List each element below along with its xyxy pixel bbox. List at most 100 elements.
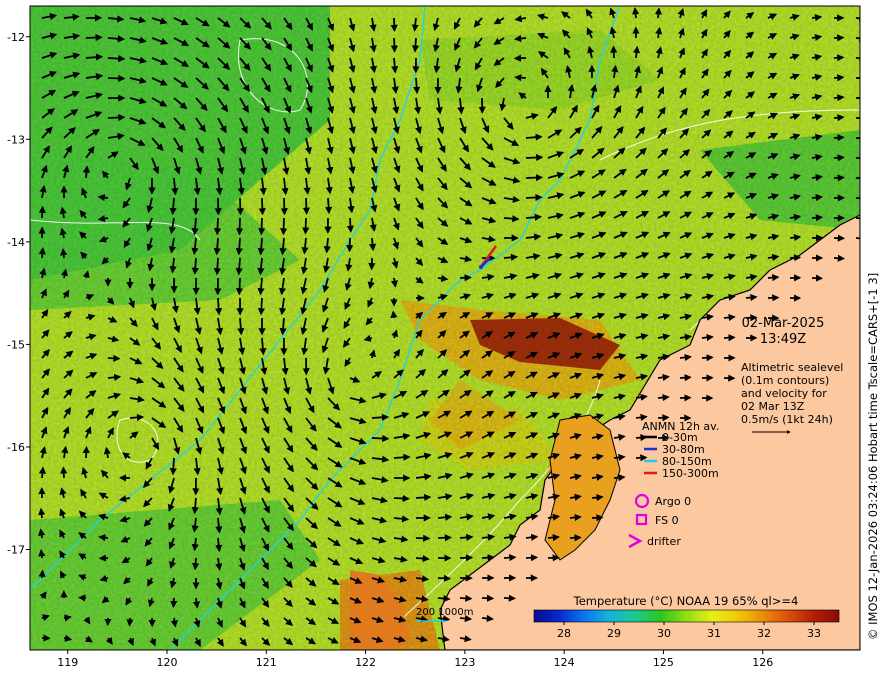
velocity-arrow [503, 215, 520, 223]
velocity-arrow [38, 247, 46, 259]
velocity-arrow [82, 165, 91, 179]
altimetry-line-1: Altimetric sealevel [741, 361, 843, 374]
date-label: 02-Mar-2025 [742, 316, 825, 331]
lon-axis: 119 120 121 122 123 124 125 126 [57, 650, 773, 669]
fs-label: FS 0 [655, 514, 679, 527]
velocity-arrow [657, 393, 670, 402]
isobath-legend-label: 200 1000m [416, 607, 473, 618]
velocity-arrow [237, 317, 245, 336]
velocity-arrow [170, 597, 178, 609]
velocity-arrow [525, 213, 542, 221]
velocity-arrow [701, 333, 714, 342]
velocity-arrow [503, 253, 519, 261]
velocity-arrow [569, 513, 582, 522]
side-credit-text: © IMOS 12-Jan-2026 03:24:06 Hobart time … [866, 273, 880, 640]
velocity-arrow [459, 533, 474, 541]
altimetry-line-5: 0.5m/s (1kt 24h) [741, 413, 833, 426]
velocity-arrow [513, 34, 527, 43]
velocity-arrow [833, 154, 845, 162]
lon-tick-label: 124 [554, 656, 575, 669]
velocity-arrow [346, 217, 355, 233]
lat-tick-label: -15 [7, 338, 25, 351]
velocity-arrow [235, 277, 244, 296]
velocity-arrow [257, 297, 266, 316]
velocity-arrow [657, 414, 670, 422]
velocity-arrow [789, 254, 802, 262]
altimetry-line-3: and velocity for [741, 387, 827, 400]
velocity-arrow [213, 217, 222, 236]
velocity-arrow [107, 373, 122, 381]
velocity-arrow [855, 214, 860, 222]
velocity-arrow [514, 74, 527, 82]
velocity-arrow [635, 454, 648, 462]
velocity-arrow [437, 274, 449, 283]
lat-axis: -12 -13 -14 -15 -16 -17 [7, 31, 30, 557]
colorbar-tick-label: 33 [807, 627, 821, 640]
velocity-arrow [129, 413, 145, 422]
velocity-arrow [745, 293, 758, 302]
velocity-arrow [302, 217, 310, 235]
velocity-arrow [325, 197, 333, 215]
velocity-arrow [481, 554, 495, 562]
velocity-arrow [38, 548, 46, 559]
velocity-arrow [591, 514, 604, 522]
lon-tick-label: 119 [57, 656, 78, 669]
lon-tick-label: 122 [355, 656, 376, 669]
velocity-arrow [811, 194, 823, 202]
velocity-arrow [213, 257, 221, 276]
lon-tick-label: 121 [256, 656, 277, 669]
lon-tick-label: 123 [454, 656, 475, 669]
velocity-arrow [459, 594, 473, 602]
time-label: 13:49Z [760, 332, 806, 347]
velocity-arrow [701, 354, 714, 362]
velocity-arrow [38, 528, 46, 539]
velocity-arrow [415, 493, 432, 502]
velocity-arrow [235, 237, 243, 256]
velocity-arrow [767, 274, 780, 282]
velocity-arrow [107, 113, 126, 122]
velocity-arrow [811, 14, 823, 22]
velocity-arrow [811, 214, 824, 222]
velocity-arrow [723, 334, 736, 342]
side-credit: © IMOS 12-Jan-2026 03:24:06 Hobart time … [866, 273, 880, 640]
velocity-arrow [107, 354, 121, 362]
colorbar-tick-label: 29 [607, 627, 621, 640]
velocity-arrow [437, 513, 453, 521]
velocity-arrow [525, 173, 544, 182]
colorbar-tick-label: 28 [557, 627, 571, 640]
velocity-arrow [613, 453, 626, 462]
velocity-arrow [591, 493, 604, 502]
velocity-arrow [98, 534, 109, 542]
colorbar-title: Temperature (°C) NOAA 19 65% ql>=4 [573, 594, 799, 608]
velocity-arrow [390, 310, 398, 319]
velocity-arrow [459, 274, 472, 282]
velocity-arrow [236, 217, 244, 236]
colorbar-tick-label: 30 [657, 627, 671, 640]
velocity-arrow [192, 597, 201, 609]
anmn-depth-label: 150-300m [662, 467, 719, 480]
colorbar-tick-label: 32 [757, 627, 771, 640]
lat-tick-label: -14 [7, 236, 25, 249]
velocity-arrow [833, 134, 845, 142]
lat-tick-label: -16 [7, 441, 25, 454]
velocity-arrow [280, 217, 288, 236]
velocity-arrow [679, 353, 692, 362]
velocity-arrow [525, 153, 544, 162]
velocity-arrow [107, 55, 126, 63]
velocity-arrow [302, 197, 310, 215]
velocity-arrow [192, 557, 200, 571]
velocity-arrow [60, 466, 68, 479]
velocity-arrow [679, 374, 692, 382]
lat-tick-label: -17 [7, 544, 25, 557]
velocity-arrow [38, 466, 47, 479]
velocity-arrow [38, 569, 46, 579]
velocity-arrow [855, 234, 860, 242]
velocity-arrow [789, 233, 802, 242]
velocity-arrow [38, 205, 46, 219]
velocity-arrow [855, 194, 860, 202]
velocity-arrow [411, 37, 420, 53]
velocity-arrow [437, 574, 452, 582]
velocity-arrow [459, 614, 473, 623]
velocity-arrow [481, 614, 494, 623]
velocity-arrow [169, 457, 177, 476]
